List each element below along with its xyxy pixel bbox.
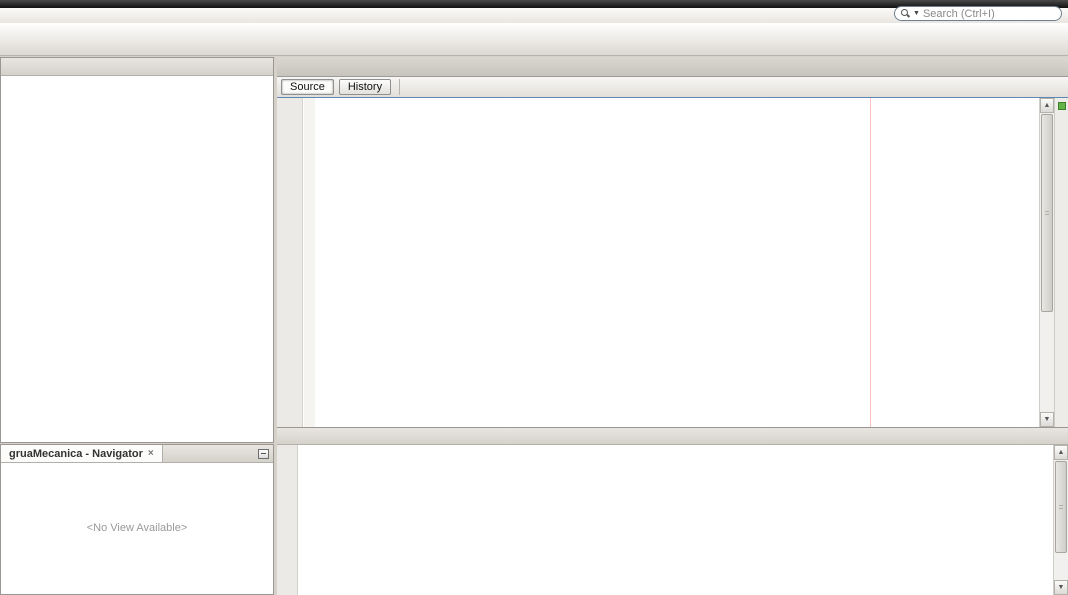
netbeans-window: ▼ Search (Ctrl+I) gruaMecanica - Navigat… (0, 0, 1068, 595)
line-number-gutter (277, 98, 303, 427)
no-errors-badge (1058, 102, 1066, 110)
search-icon (901, 9, 910, 18)
editor-toolbar: Source History (277, 77, 1068, 98)
search-input[interactable]: ▼ Search (Ctrl+I) (894, 6, 1062, 21)
close-icon[interactable]: × (148, 447, 154, 461)
navigator-tab-label: gruaMecanica - Navigator (9, 448, 143, 460)
scroll-up-arrow[interactable]: ▲ (1054, 445, 1068, 460)
history-view-button[interactable]: History (338, 79, 392, 95)
tab-navigator[interactable]: gruaMecanica - Navigator × (1, 445, 163, 462)
output-console[interactable] (298, 446, 1053, 595)
scroll-up-arrow[interactable]: ▲ (1040, 98, 1054, 113)
editor-vertical-scrollbar[interactable]: ▲ ▼ (1039, 98, 1054, 427)
source-view-button[interactable]: Source (281, 79, 334, 95)
projects-panel-tabs (1, 58, 273, 76)
scroll-down-arrow[interactable]: ▼ (1054, 580, 1068, 595)
navigator-panel-tabs: gruaMecanica - Navigator × (1, 445, 273, 463)
error-stripe (1054, 98, 1068, 427)
minimize-window-button[interactable] (258, 449, 269, 459)
output-vertical-scrollbar[interactable]: ▲ ▼ (1053, 445, 1068, 595)
toolbar-separator (399, 79, 401, 95)
editor-tab-bar (277, 57, 1068, 77)
right-margin-ruler (870, 98, 871, 427)
projects-panel (0, 57, 274, 443)
navigator-panel: gruaMecanica - Navigator × <No View Avai… (0, 444, 274, 595)
scrollbar-thumb[interactable] (1041, 114, 1053, 312)
search-scope-caret-icon[interactable]: ▼ (913, 10, 920, 17)
search-placeholder: Search (Ctrl+I) (922, 7, 995, 20)
output-tab-bar (277, 428, 1068, 445)
code-editor[interactable]: ▲ ▼ (277, 98, 1068, 427)
output-toolbar (277, 445, 298, 595)
output-panel: ▲ ▼ (277, 427, 1068, 595)
scrollbar-thumb[interactable] (1055, 461, 1067, 553)
code-fold-margin[interactable] (304, 98, 315, 427)
scroll-down-arrow[interactable]: ▼ (1040, 412, 1054, 427)
navigator-empty-text: <No View Available> (86, 521, 188, 534)
projects-tree (1, 76, 273, 80)
main-toolbar (0, 23, 1068, 56)
